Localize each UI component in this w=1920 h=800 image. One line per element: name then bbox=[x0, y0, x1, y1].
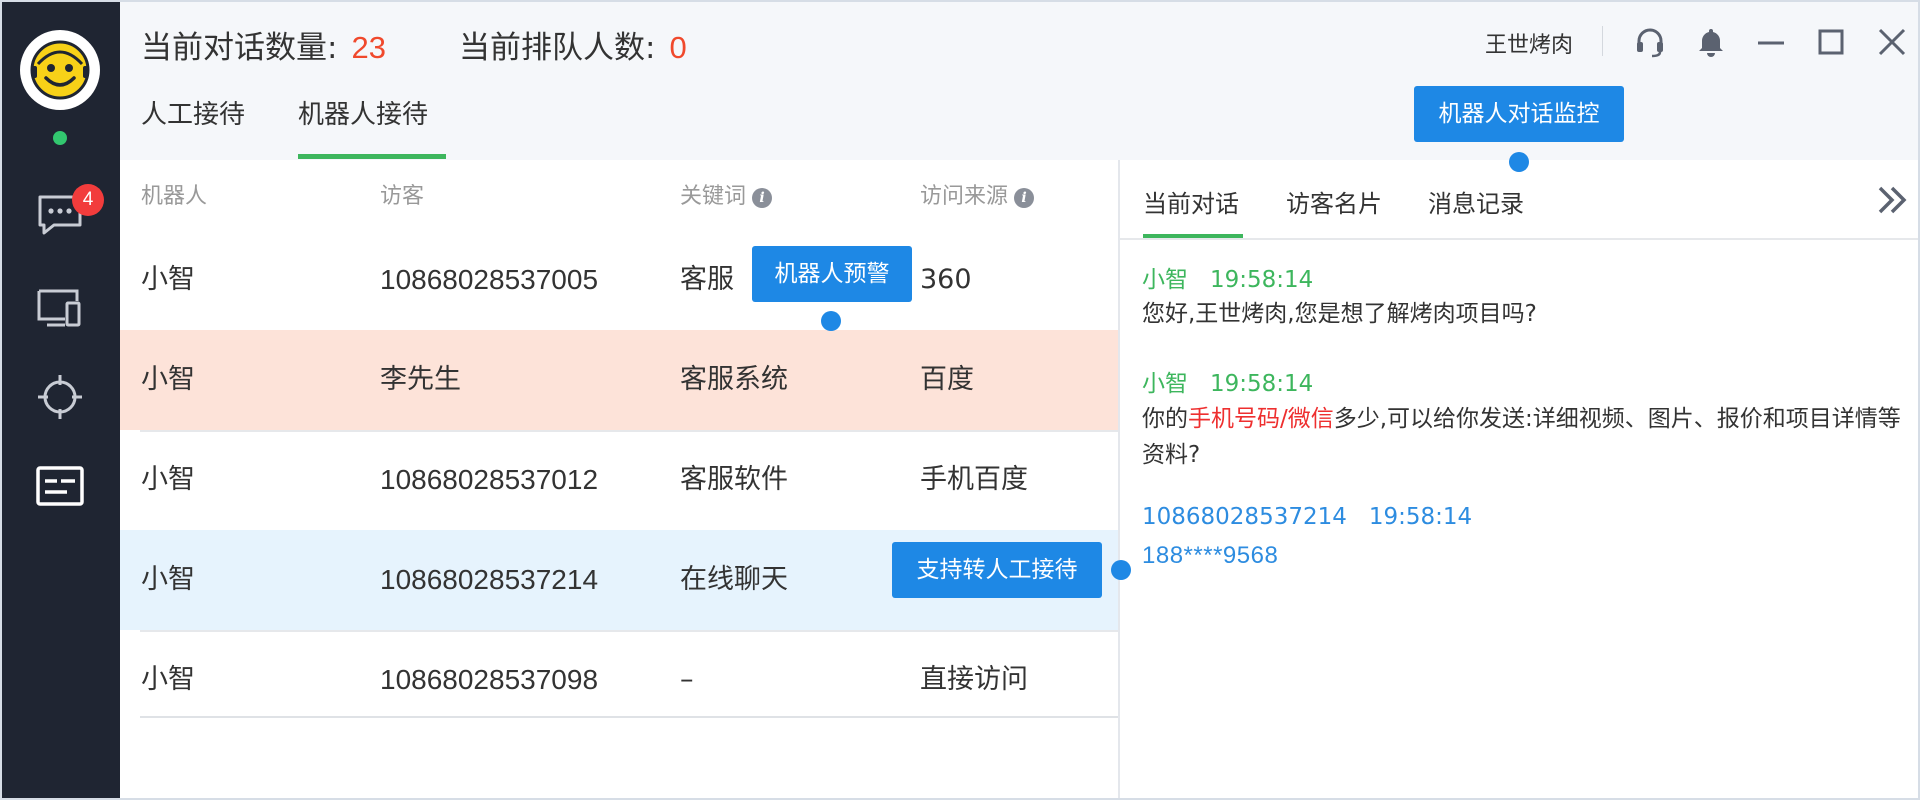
message-time: 19:58:14 bbox=[1210, 371, 1314, 397]
robot-cell: 小智 bbox=[141, 364, 195, 395]
message-text: 您好,王世烤肉,您是想了解烤肉项目吗? bbox=[1142, 301, 1537, 327]
keyword-cell: 客服系统 bbox=[680, 364, 788, 395]
source-cell: 百度 bbox=[920, 364, 974, 395]
message-time: 19:58:14 bbox=[1368, 504, 1473, 530]
sidebar-item-cards[interactable] bbox=[30, 456, 90, 516]
close-button[interactable] bbox=[1870, 20, 1914, 64]
message-text-before: 你的 bbox=[1142, 406, 1188, 432]
visitor-cell: 10868028537214 bbox=[380, 564, 599, 595]
message-sender: 小智 bbox=[1142, 267, 1188, 293]
robot-cell: 小智 bbox=[141, 564, 195, 595]
robot-cell: 小智 bbox=[141, 664, 195, 695]
message-meta: 小智 19:58:14 bbox=[1142, 260, 1313, 294]
column-header-robot: 机器人 bbox=[141, 184, 208, 209]
smiley-logo-icon bbox=[30, 40, 90, 100]
column-header-source: 访问来源 i bbox=[920, 178, 1035, 210]
message-text: 你的手机号码/微信多少,可以给你发送:详细视频、图片、报价和项目详情等资料? bbox=[1142, 401, 1902, 473]
message-sender: 小智 bbox=[1142, 371, 1188, 397]
robot-reception-table: 机器人 访客 关键词 i 访问来源 i 小智 10868028537005 客服 3… bbox=[120, 160, 1118, 800]
double-chevron-right-icon bbox=[1878, 186, 1907, 214]
message-meta: 10868028537214 19:58:14 bbox=[1142, 504, 1472, 530]
row-divider bbox=[140, 716, 1118, 718]
sidebar-item-messages[interactable]: 4 bbox=[30, 184, 104, 244]
minimize-icon bbox=[1758, 41, 1784, 45]
table-row[interactable]: 小智 10868028537012 客服软件 手机百度 bbox=[120, 430, 1118, 530]
device-icon bbox=[37, 289, 81, 327]
sidebar-item-devices[interactable] bbox=[30, 278, 90, 338]
table-row-alert[interactable]: 小智 李先生 客服系统 百度 bbox=[120, 330, 1118, 430]
conversation-count-value: 23 bbox=[351, 30, 386, 65]
conversation-count: 当前对话数量: 23 bbox=[141, 22, 386, 67]
maximize-button[interactable] bbox=[1809, 20, 1853, 64]
keyword-cell: 客服 bbox=[680, 264, 734, 295]
collapse-panel-button[interactable] bbox=[1872, 180, 1912, 220]
panel-divider bbox=[1120, 238, 1920, 240]
notifications-button[interactable] bbox=[1689, 20, 1733, 64]
tab-message-history[interactable]: 消息记录 bbox=[1428, 184, 1524, 219]
source-info-icon[interactable]: i bbox=[1014, 188, 1035, 208]
robot-cell: 小智 bbox=[141, 264, 195, 295]
keyword-info-icon[interactable]: i bbox=[752, 188, 773, 208]
queue-count-value: 0 bbox=[669, 30, 687, 65]
table-row[interactable]: 小智 10868028537005 客服 360 bbox=[120, 230, 1118, 330]
top-header: 当前对话数量: 23 当前排队人数: 0 人工接待 机器人接待 王世烤肉 bbox=[120, 0, 1920, 160]
close-icon bbox=[1878, 28, 1906, 56]
bell-icon bbox=[1699, 29, 1723, 57]
column-header-keyword: 关键词 i bbox=[680, 178, 773, 210]
column-header-source-label: 访问来源 bbox=[920, 184, 1009, 209]
keyword-cell: 客服软件 bbox=[680, 464, 788, 495]
robot-alert-callout-dot bbox=[821, 311, 841, 331]
source-cell: 360 bbox=[920, 264, 972, 295]
minimize-button[interactable] bbox=[1749, 20, 1793, 64]
table-row[interactable]: 小智 10868028537098 – 直接访问 bbox=[120, 630, 1118, 730]
card-icon bbox=[36, 466, 84, 506]
keyword-cell: 在线聊天 bbox=[680, 564, 788, 595]
messages-badge: 4 bbox=[72, 184, 104, 216]
message-highlight: 手机号码/微信 bbox=[1188, 406, 1334, 432]
message-meta: 小智 19:58:14 bbox=[1142, 364, 1313, 398]
column-header-visitor: 访客 bbox=[380, 184, 425, 209]
tab-visitor-card[interactable]: 访客名片 bbox=[1286, 184, 1382, 219]
robot-cell: 小智 bbox=[141, 464, 195, 495]
queue-count: 当前排队人数: 0 bbox=[459, 22, 687, 67]
app-logo bbox=[20, 30, 100, 110]
queue-count-label: 当前排队人数: bbox=[459, 30, 656, 66]
target-icon bbox=[38, 375, 82, 419]
headset-button[interactable] bbox=[1628, 20, 1672, 64]
robot-monitor-callout: 机器人对话监控 bbox=[1414, 86, 1624, 142]
source-cell: 直接访问 bbox=[920, 664, 1028, 695]
header-divider bbox=[1602, 26, 1603, 56]
keyword-cell: – bbox=[680, 664, 694, 695]
visitor-cell: 10868028537098 bbox=[380, 664, 599, 695]
visitor-cell: 10868028537005 bbox=[380, 264, 599, 295]
message-sender: 10868028537214 bbox=[1142, 504, 1347, 530]
user-name[interactable]: 王世烤肉 bbox=[1485, 27, 1573, 59]
conversation-panel: 当前对话 访客名片 消息记录 小智 19:58:14 您好,王世烤肉,您是想了解烤… bbox=[1118, 160, 1920, 800]
online-status-dot bbox=[53, 131, 67, 145]
left-sidebar: 4 bbox=[0, 0, 120, 800]
visitor-cell: 李先生 bbox=[380, 364, 461, 395]
tab-current-conversation[interactable]: 当前对话 bbox=[1143, 184, 1239, 219]
transfer-human-callout-dot bbox=[1111, 560, 1131, 580]
visitor-cell: 10868028537012 bbox=[380, 464, 599, 495]
source-cell: 手机百度 bbox=[920, 464, 1028, 495]
column-header-keyword-label: 关键词 bbox=[680, 184, 747, 209]
robot-alert-callout: 机器人预警 bbox=[752, 246, 912, 302]
conversation-count-label: 当前对话数量: bbox=[141, 30, 338, 66]
sidebar-item-monitor[interactable] bbox=[30, 367, 90, 427]
active-tab-indicator bbox=[298, 154, 446, 159]
maximize-icon bbox=[1818, 29, 1844, 55]
transfer-human-callout: 支持转人工接待 bbox=[892, 542, 1102, 598]
message-phone-number: 188****9568 bbox=[1142, 542, 1279, 569]
message-time: 19:58:14 bbox=[1210, 267, 1314, 293]
tab-robot-reception[interactable]: 机器人接待 bbox=[298, 94, 428, 131]
headset-icon bbox=[1637, 28, 1663, 58]
robot-monitor-callout-dot bbox=[1509, 152, 1529, 172]
tab-human-reception[interactable]: 人工接待 bbox=[141, 94, 245, 131]
